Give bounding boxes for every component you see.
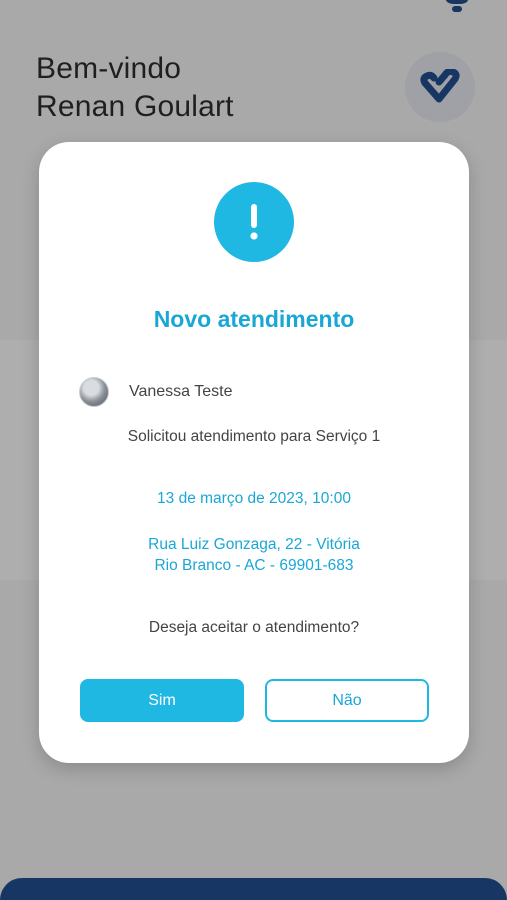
requester-name: Vanessa Teste — [129, 383, 233, 400]
appointment-datetime: 13 de março de 2023, 10:00 — [157, 490, 351, 507]
new-appointment-dialog: Novo atendimento Vanessa Teste Solicitou… — [39, 142, 469, 763]
exclamation-icon — [214, 182, 294, 262]
address-line: Rua Luiz Gonzaga, 22 - Vitória — [148, 536, 360, 553]
appointment-address: Rua Luiz Gonzaga, 22 - Vitória Rio Branc… — [39, 534, 469, 576]
address-line: Rio Branco - AC - 69901-683 — [154, 557, 354, 574]
requester-row: Vanessa Teste — [79, 376, 232, 408]
decline-button[interactable]: Não — [265, 679, 429, 722]
request-description: Solicitou atendimento para Serviço 1 — [127, 428, 381, 445]
accept-button[interactable]: Sim — [80, 679, 244, 722]
avatar — [79, 377, 109, 407]
accept-question: Deseja aceitar o atendimento? — [148, 619, 360, 636]
dialog-title: Novo atendimento — [153, 306, 355, 332]
